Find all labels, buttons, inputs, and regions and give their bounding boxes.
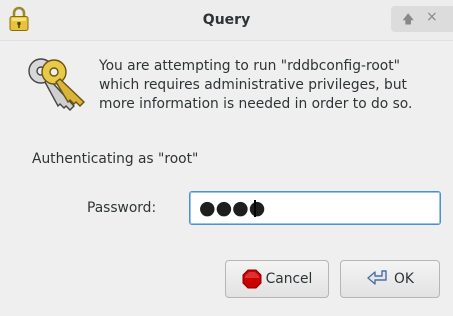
stop-icon: [242, 269, 262, 289]
close-button[interactable]: ×: [426, 9, 438, 25]
window-controls: 🡅 ×: [391, 6, 453, 32]
keys-icon: [28, 58, 86, 111]
message-line: You are attempting to run "rddbconfig-ro…: [99, 58, 400, 74]
title-bar[interactable]: Query 🡅 ×: [0, 0, 453, 41]
dialog-message: You are attempting to run "rddbconfig-ro…: [99, 57, 449, 114]
password-label: Password:: [87, 200, 157, 216]
window-title: Query: [202, 12, 251, 28]
ok-label: OK: [394, 271, 414, 287]
message-line: which requires administrative privileges…: [99, 77, 407, 93]
cancel-label: Cancel: [265, 271, 313, 287]
authenticating-label: Authenticating as "root": [32, 151, 199, 167]
password-field[interactable]: ●●●●: [189, 191, 441, 225]
roll-up-button[interactable]: 🡅: [402, 10, 414, 31]
cancel-button[interactable]: Cancel: [225, 260, 329, 298]
message-line: more information is needed in order to d…: [99, 96, 413, 112]
return-arrow-icon: [367, 270, 387, 285]
ok-button[interactable]: OK: [340, 260, 440, 298]
text-caret: [254, 200, 256, 217]
